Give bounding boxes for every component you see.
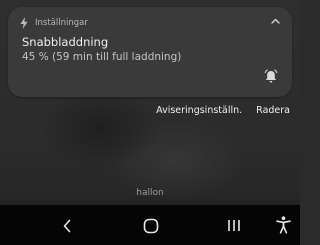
notification-title: Snabbladdning: [22, 35, 109, 49]
clear-button[interactable]: Radera: [256, 105, 290, 116]
carrier-label: hallon: [136, 188, 164, 198]
notification-header: Inställningar: [20, 16, 88, 30]
navigation-bar: [0, 205, 300, 245]
recents-icon[interactable]: [227, 219, 241, 232]
notification-actions: Aviseringsinställn. Radera: [156, 105, 290, 116]
notification-card[interactable]: Inställningar Snabbladdning 45 % (59 min…: [8, 7, 292, 97]
app-name: Inställningar: [35, 18, 88, 28]
chevron-up-icon[interactable]: [271, 18, 280, 24]
bell-alert-icon[interactable]: [264, 69, 278, 84]
back-icon[interactable]: [62, 219, 72, 233]
notification-settings-button[interactable]: Aviseringsinställn.: [156, 105, 242, 116]
home-icon[interactable]: [143, 218, 159, 234]
notification-text: 45 % (59 min till full laddning): [22, 51, 182, 63]
lightning-bolt-icon: [20, 17, 28, 29]
accessibility-icon[interactable]: [276, 216, 291, 234]
